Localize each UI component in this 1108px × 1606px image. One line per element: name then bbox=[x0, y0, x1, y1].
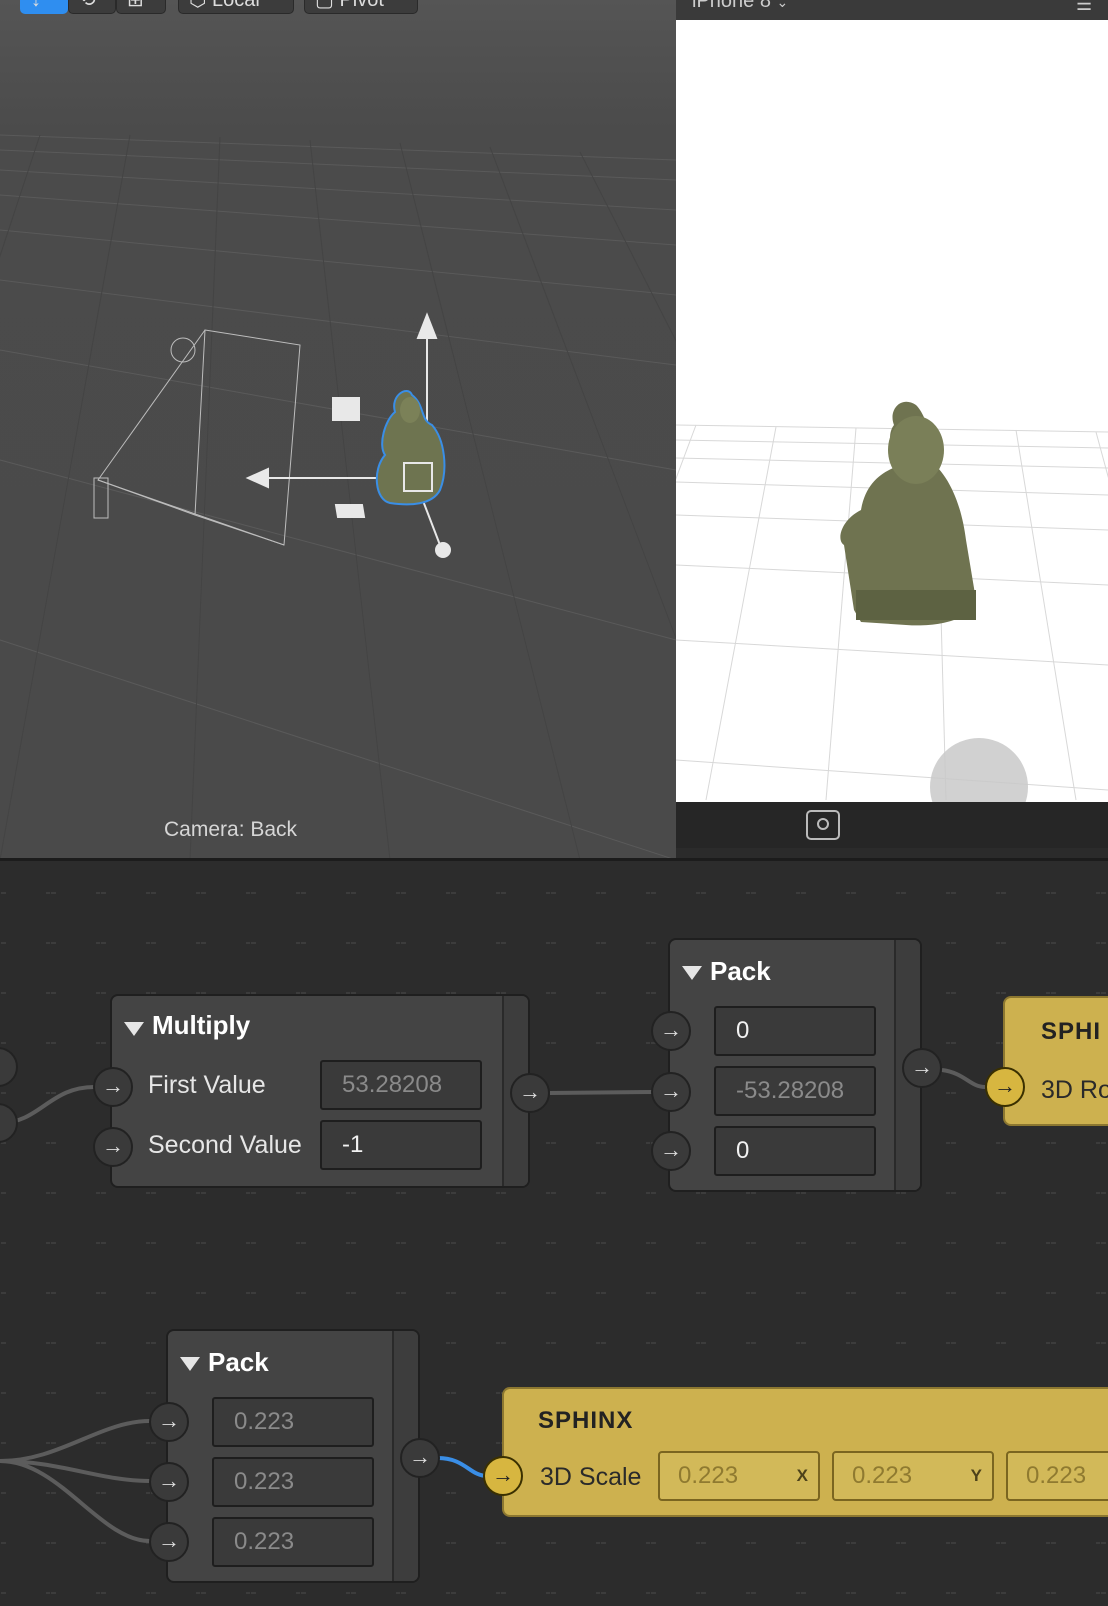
camera-label: Camera: Back bbox=[164, 818, 298, 841]
pack-z-input-port[interactable]: → bbox=[651, 1131, 691, 1171]
y-axis-label: Y bbox=[970, 1466, 982, 1485]
3d-scale-label: 3D Scale bbox=[540, 1463, 642, 1491]
rotate-icon: ⟲ bbox=[79, 0, 96, 11]
menu-icon[interactable]: ☰ bbox=[1076, 0, 1092, 15]
pivot-label: Pivot bbox=[339, 0, 384, 11]
collapse-triangle-icon[interactable] bbox=[180, 1357, 200, 1371]
pack-output-port[interactable]: → bbox=[902, 1048, 942, 1088]
node-title: Pack bbox=[208, 1347, 269, 1377]
3d-scale-input-port[interactable]: → bbox=[483, 1456, 523, 1496]
pack-y-field[interactable]: 0.223 bbox=[212, 1457, 374, 1507]
scale-icon: ⊞ bbox=[127, 0, 144, 11]
pack-y-field[interactable]: -53.28208 bbox=[714, 1066, 876, 1116]
rotate-tool-button[interactable]: ⟲ bbox=[68, 0, 116, 14]
local-label: Local bbox=[212, 0, 260, 11]
node-title: SPHINX bbox=[538, 1407, 634, 1434]
sphinx-rotation-node[interactable]: SPHI 3D Ro bbox=[1003, 996, 1108, 1126]
pack-node-bottom[interactable]: Pack 0.223 0.223 0.223 bbox=[166, 1329, 420, 1583]
preview-toolbar bbox=[676, 802, 1108, 848]
multiply-node[interactable]: Multiply First Value 53.28208 Second Val… bbox=[110, 994, 530, 1188]
scale-y-value: 0.223 bbox=[852, 1462, 913, 1489]
second-value-input-port[interactable]: → bbox=[93, 1127, 133, 1167]
cube-icon: ⬡ bbox=[189, 0, 213, 11]
sphinx-model bbox=[840, 401, 976, 626]
pack-y-input-port[interactable]: → bbox=[651, 1072, 691, 1112]
scene-viewport[interactable]: ↓ ⟲ ⊞ ⬡ Local ▢ Pivot Camera: Back bbox=[0, 0, 676, 860]
collapse-triangle-icon[interactable] bbox=[124, 1022, 144, 1036]
pack-z-input-port[interactable]: → bbox=[149, 1522, 189, 1562]
3d-rotation-label: 3D Ro bbox=[1041, 1076, 1108, 1104]
scale-x-field[interactable]: 0.223 X bbox=[658, 1451, 820, 1501]
preview-floor-grid bbox=[676, 401, 1108, 801]
node-title: SPHI bbox=[1041, 1018, 1102, 1045]
pack-x-input-port[interactable]: → bbox=[149, 1402, 189, 1442]
pack-x-field[interactable]: 0 bbox=[714, 1006, 876, 1056]
node-title: Multiply bbox=[152, 1010, 251, 1040]
pack-node-top[interactable]: Pack 0 -53.28208 0 bbox=[668, 938, 922, 1192]
scale-y-field[interactable]: 0.223 Y bbox=[832, 1451, 994, 1501]
x-axis-label: X bbox=[796, 1466, 808, 1485]
node-title: Pack bbox=[710, 956, 771, 986]
second-value-label: Second Value bbox=[148, 1131, 302, 1159]
second-value-field[interactable]: -1 bbox=[320, 1120, 482, 1170]
arrow-down-icon: ↓ bbox=[31, 0, 41, 11]
scale-z-field[interactable]: 0.223 bbox=[1006, 1451, 1108, 1501]
pack-x-field[interactable]: 0.223 bbox=[212, 1397, 374, 1447]
pivot-icon: ▢ bbox=[315, 0, 340, 11]
pack-z-field[interactable]: 0 bbox=[714, 1126, 876, 1176]
multiply-output-port[interactable]: → bbox=[510, 1073, 550, 1113]
scale-x-value: 0.223 bbox=[678, 1462, 739, 1489]
sphinx-scale-node[interactable]: SPHINX 3D Scale 0.223 X 0.223 Y 0.223 bbox=[502, 1387, 1108, 1517]
chevron-down-icon: ⌄ bbox=[776, 0, 789, 10]
device-label: iPhone 8 bbox=[692, 0, 771, 12]
first-value-label: First Value bbox=[148, 1071, 266, 1099]
first-value-input-port[interactable]: → bbox=[93, 1067, 133, 1107]
3d-rotation-input-port[interactable]: → bbox=[985, 1067, 1025, 1107]
device-selector[interactable]: iPhone 8 ⌄ bbox=[692, 0, 788, 13]
pack-y-input-port[interactable]: → bbox=[149, 1462, 189, 1502]
pack-x-input-port[interactable]: → bbox=[651, 1011, 691, 1051]
device-preview[interactable]: ↶ bbox=[676, 0, 1108, 848]
pack-output-port[interactable]: → bbox=[400, 1438, 440, 1478]
scale-z-value: 0.223 bbox=[1026, 1462, 1087, 1489]
first-value-field[interactable]: 53.28208 bbox=[320, 1060, 482, 1110]
scene-grid bbox=[0, 0, 676, 860]
local-space-button[interactable]: ⬡ Local bbox=[178, 0, 294, 14]
scale-tool-button[interactable]: ⊞ bbox=[116, 0, 166, 14]
move-tool-button[interactable]: ↓ bbox=[20, 0, 68, 14]
pivot-button[interactable]: ▢ Pivot bbox=[304, 0, 418, 14]
switch-camera-icon[interactable] bbox=[806, 810, 840, 840]
pack-z-field[interactable]: 0.223 bbox=[212, 1517, 374, 1567]
patch-editor[interactable]: Multiply First Value 53.28208 Second Val… bbox=[0, 861, 1108, 1606]
collapse-triangle-icon[interactable] bbox=[682, 966, 702, 980]
